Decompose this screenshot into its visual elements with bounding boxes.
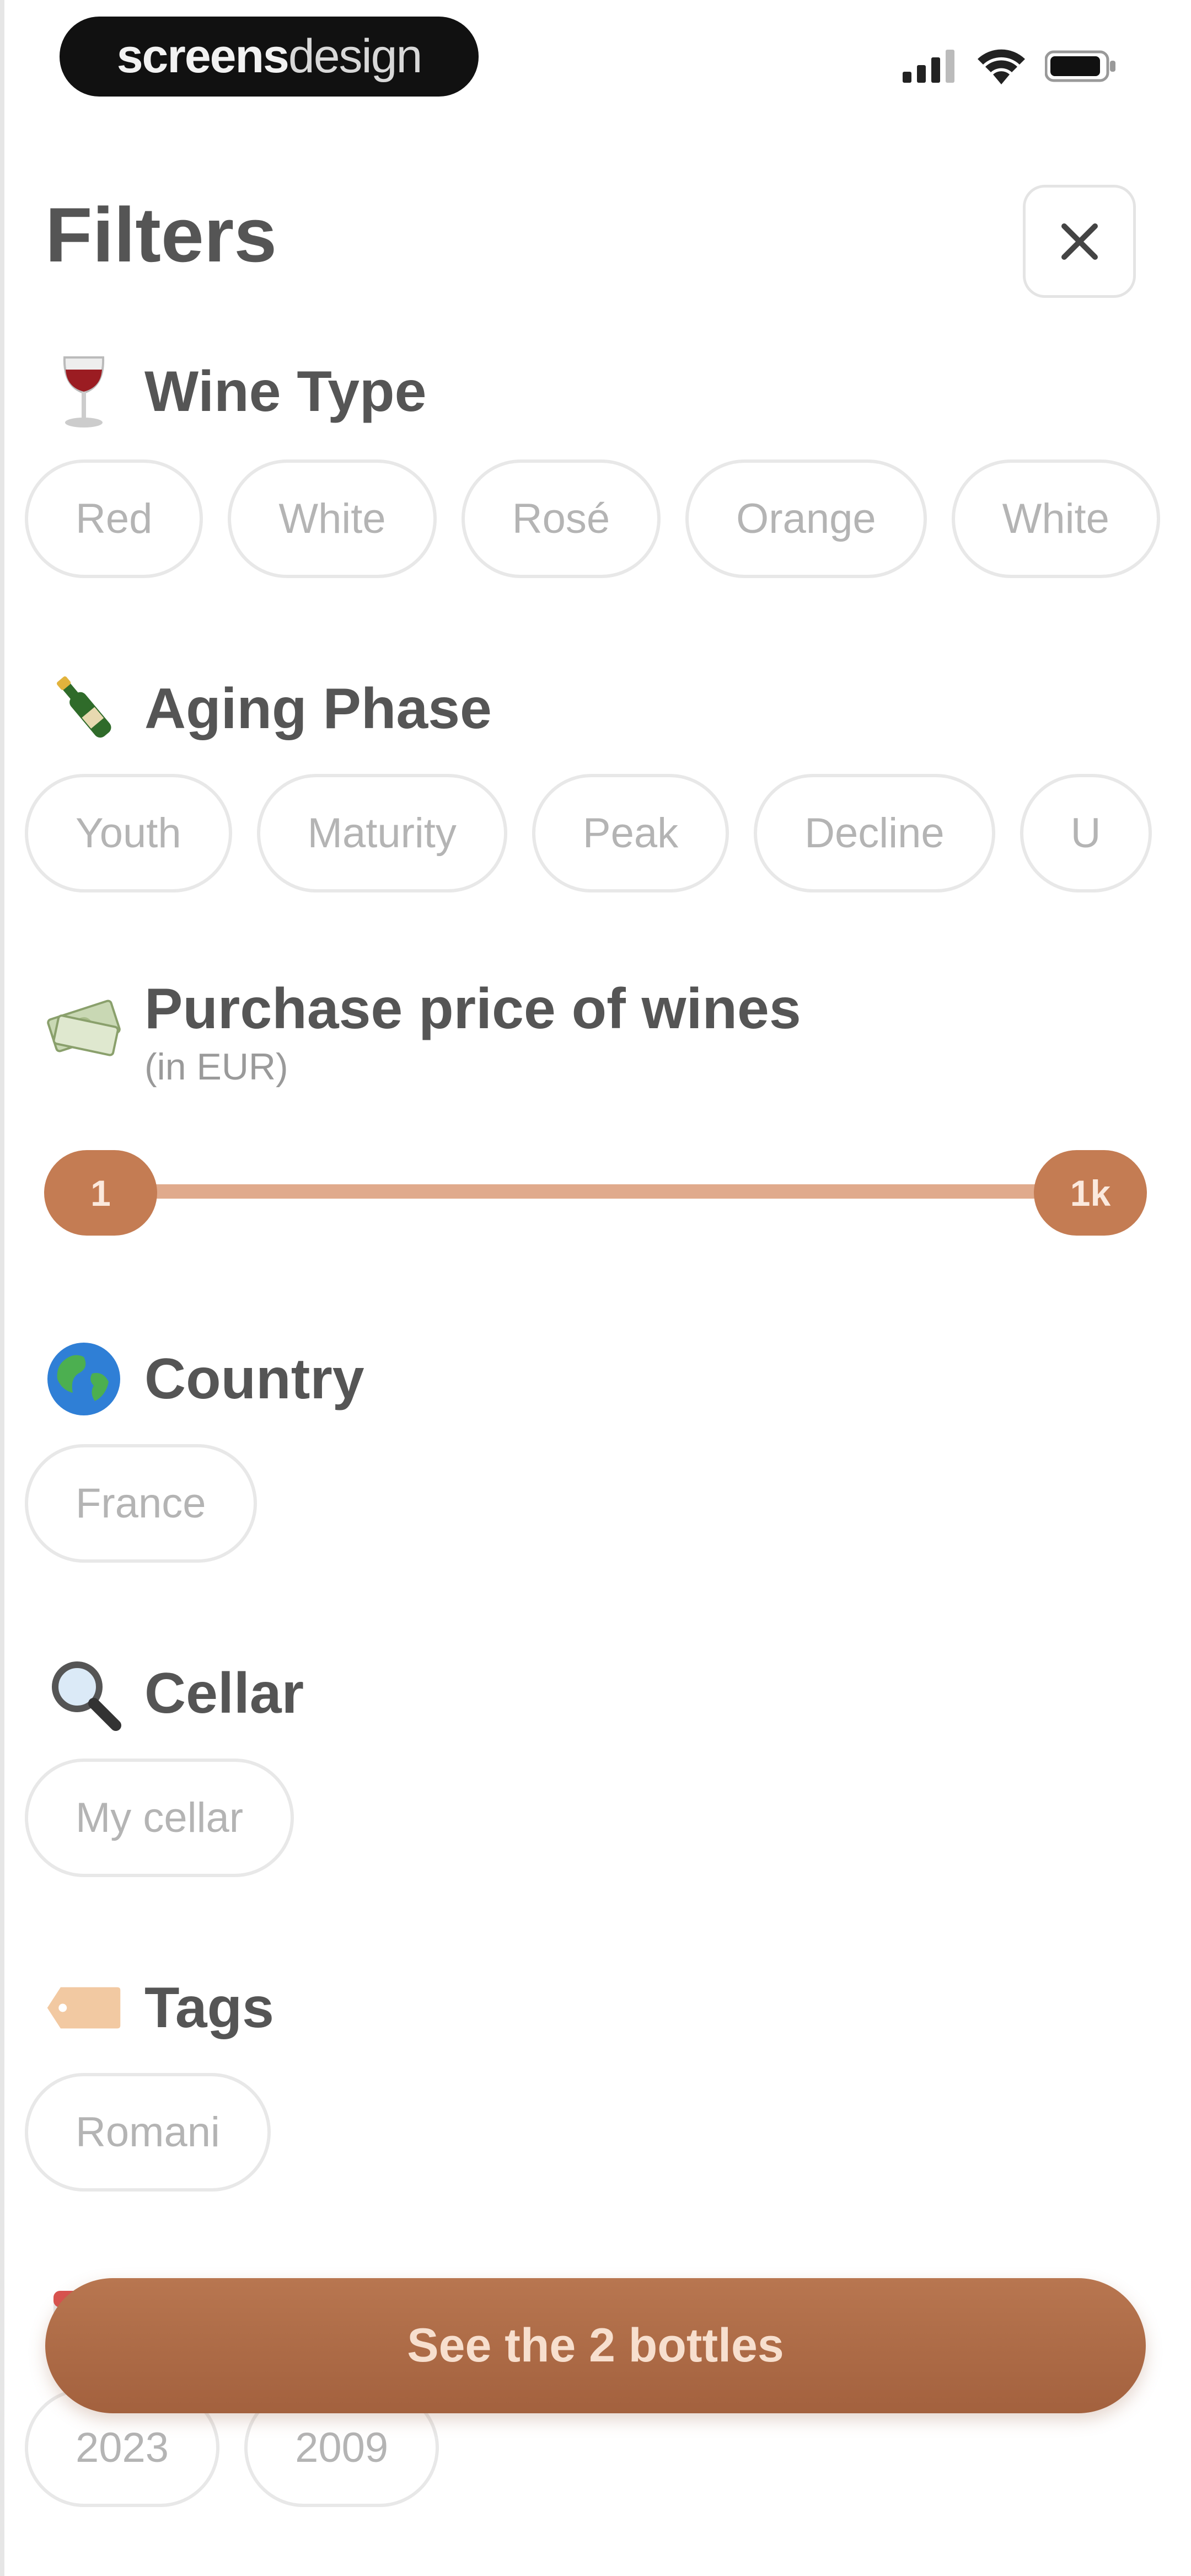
see-bottles-button[interactable]: See the 2 bottles	[45, 2278, 1146, 2413]
brand-bold-text: screens	[116, 30, 289, 83]
tags-section-header: Tags	[45, 1969, 274, 2046]
brand-light-text: design	[288, 30, 422, 83]
slider-min-handle[interactable]: 1	[44, 1150, 157, 1236]
country-title: Country	[144, 1346, 364, 1411]
aging-phase-title: Aging Phase	[144, 676, 492, 741]
chip-decline[interactable]: Decline	[754, 774, 995, 892]
aging-phase-chips: Youth Maturity Peak Decline U	[25, 774, 1152, 892]
tags-chips: Romani	[25, 2073, 271, 2192]
battery-icon	[1045, 50, 1115, 82]
aging-phase-section-header: Aging Phase	[45, 670, 492, 747]
price-title: Purchase price of wines	[144, 977, 801, 1041]
slider-max-handle[interactable]: 1k	[1034, 1150, 1147, 1236]
cellar-title: Cellar	[144, 1661, 304, 1725]
brand-badge: screens design	[60, 17, 479, 97]
chip-white-extra[interactable]: White	[951, 459, 1160, 578]
wine-type-section-header: Wine Type	[45, 353, 426, 430]
wine-type-chips: Red White Rosé Orange White	[25, 459, 1160, 578]
wine-type-title: Wine Type	[144, 359, 427, 424]
chip-peak[interactable]: Peak	[532, 774, 729, 892]
chip-france[interactable]: France	[25, 1444, 257, 1563]
status-icons	[903, 44, 1117, 88]
chip-orange[interactable]: Orange	[685, 459, 927, 578]
tags-title: Tags	[144, 1975, 275, 2040]
close-button[interactable]	[1023, 185, 1136, 298]
chip-red[interactable]: Red	[25, 459, 203, 578]
wifi-icon	[978, 49, 1025, 84]
champagne-bottle-icon	[45, 670, 122, 747]
close-icon	[1061, 223, 1098, 260]
screen-edge	[0, 0, 4, 2576]
filters-screen: screens design Filters Wine Type Red Whi…	[0, 0, 1191, 2576]
chip-romani[interactable]: Romani	[25, 2073, 271, 2192]
cellar-section-header: Cellar	[45, 1655, 304, 1732]
chip-my-cellar[interactable]: My cellar	[25, 1759, 294, 1877]
price-range-slider[interactable]: 1 1k	[44, 1150, 1147, 1236]
slider-track[interactable]	[88, 1184, 1103, 1199]
cellar-chips: My cellar	[25, 1759, 294, 1877]
chip-youth[interactable]: Youth	[25, 774, 232, 892]
wine-glass-icon	[45, 353, 122, 430]
page-title: Filters	[45, 191, 277, 278]
cellular-signal-icon	[903, 50, 954, 83]
price-subtitle: (in EUR)	[144, 1046, 288, 1088]
money-icon	[45, 987, 122, 1065]
magnifier-icon	[45, 1655, 122, 1732]
chip-rose[interactable]: Rosé	[461, 459, 661, 578]
country-section-header: Country	[45, 1340, 364, 1418]
price-section-header: Purchase price of wines (in EUR)	[45, 976, 801, 1088]
globe-icon	[45, 1340, 122, 1418]
country-chips: France	[25, 1444, 257, 1563]
chip-maturity[interactable]: Maturity	[256, 774, 507, 892]
chip-more[interactable]: U	[1020, 774, 1152, 892]
tag-icon	[45, 1969, 122, 2046]
chip-white[interactable]: White	[228, 459, 437, 578]
